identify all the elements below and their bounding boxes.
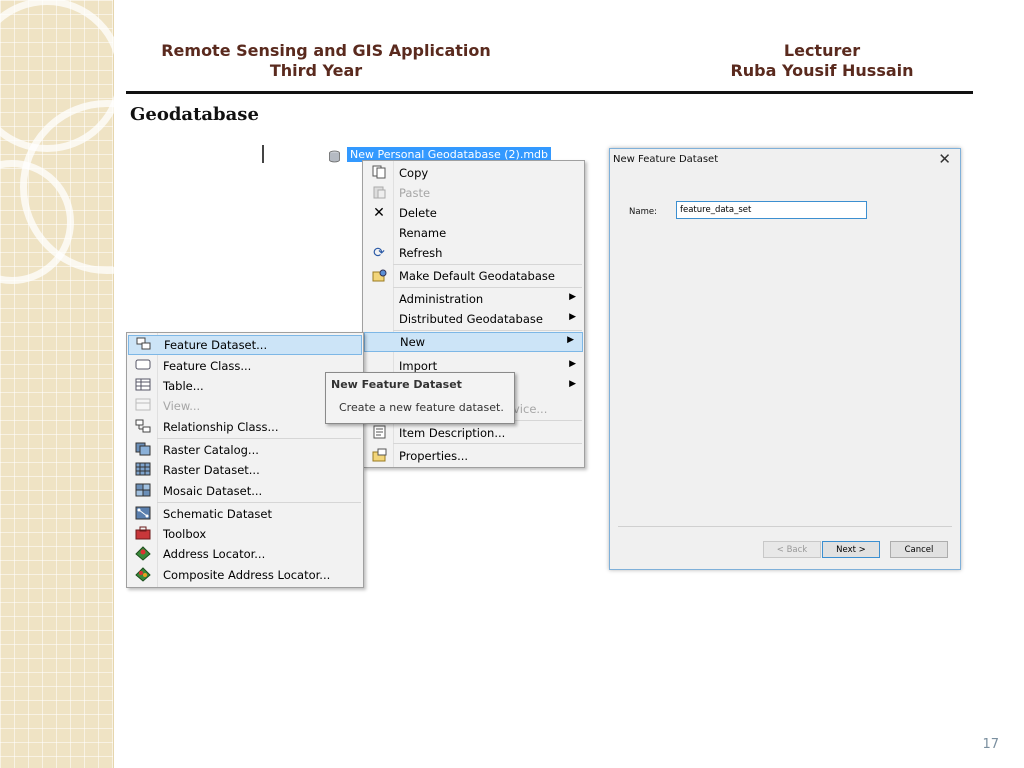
copy-icon [371,165,387,181]
submenu-arrow-icon: ▶ [567,335,574,345]
menu-separator [157,502,361,503]
submenu-arrow-icon: ▶ [569,292,576,302]
menu-item-rename[interactable]: Rename [363,223,584,243]
menu-item-label: New [400,335,426,349]
submenu-item-composite-address-locator[interactable]: Composite Address Locator... [127,565,363,585]
menu-item-label: Distributed Geodatabase [399,312,543,326]
toolbox-icon [135,526,151,542]
default-geodatabase-icon [371,268,387,284]
submenu-item-label: Toolbox [163,527,207,541]
menu-item-label: Properties... [399,449,469,463]
menu-item-refresh[interactable]: ⟳ Refresh [363,243,584,263]
submenu-item-address-locator[interactable]: Address Locator... [127,544,363,564]
decorative-sidebar [0,0,194,768]
properties-icon [371,448,387,464]
menu-separator [393,287,582,288]
menu-item-label: Import [399,359,438,373]
feature-class-icon [135,358,151,374]
menu-item-paste: Paste [363,183,584,203]
schematic-dataset-icon [135,506,151,522]
refresh-icon: ⟳ [373,245,385,261]
header-divider [126,91,973,94]
submenu-arrow-icon: ▶ [569,359,576,369]
submenu-item-label: Feature Class... [163,359,252,373]
submenu-item-label: Composite Address Locator... [163,568,331,582]
menu-separator [393,443,582,444]
menu-item-item-description[interactable]: Item Description... [363,423,584,443]
tooltip-title: New Feature Dataset [331,378,462,391]
submenu-item-schematic-dataset[interactable]: Schematic Dataset [127,504,363,524]
course-year: Third Year [269,61,363,80]
menu-item-label: Administration [399,292,484,306]
submenu-item-toolbox[interactable]: Toolbox [127,524,363,544]
menu-separator [393,330,582,331]
back-button: < Back [763,541,821,558]
menu-item-label: vice... [513,402,548,416]
name-input[interactable] [676,201,867,219]
menu-separator [157,438,361,439]
submenu-item-raster-dataset[interactable]: Raster Dataset... [127,460,363,480]
submenu-item-feature-dataset[interactable]: Feature Dataset... [128,335,362,355]
page-number: 17 [982,737,999,752]
item-description-icon [371,425,387,441]
submenu-item-label: View... [163,399,201,413]
submenu-item-label: Mosaic Dataset... [163,484,263,498]
dialog-title: New Feature Dataset [613,154,719,165]
lecturer-label: Lecturer [783,41,861,60]
menu-item-label: Refresh [399,246,443,260]
raster-dataset-icon [135,462,151,478]
menu-item-distributed-geodatabase[interactable]: Distributed Geodatabase ▶ [363,309,584,329]
menu-item-label: Item Description... [399,426,506,440]
menu-item-label: Copy [399,166,429,180]
slide-title: Geodatabase [130,104,259,125]
menu-item-new[interactable]: New ▶ [364,332,583,352]
submenu-item-label: Raster Dataset... [163,463,260,477]
delete-icon: ✕ [373,205,385,221]
raster-catalog-icon [135,442,151,458]
database-icon [328,148,341,163]
lecturer-name: Ruba Yousif Hussain [730,61,914,80]
address-locator-icon [135,546,151,562]
menu-item-label: Rename [399,226,447,240]
new-submenu: Feature Dataset... Feature Class... Tabl… [126,332,364,588]
composite-address-locator-icon [135,567,151,583]
course-title: Remote Sensing and GIS Application [161,41,491,60]
feature-dataset-icon [136,337,152,353]
next-button[interactable]: Next > [822,541,880,558]
tooltip: New Feature Dataset Create a new feature… [325,372,515,424]
menu-item-administration[interactable]: Administration ▶ [363,289,584,309]
menu-item-copy[interactable]: Copy [363,163,584,183]
name-label: Name: [629,207,657,217]
text-cursor [262,145,264,163]
submenu-arrow-icon: ▶ [569,379,576,389]
new-feature-dataset-dialog: New Feature Dataset ✕ Name: < Back Next … [609,148,961,570]
menu-item-label: Delete [399,206,437,220]
paste-icon [371,185,387,201]
close-icon[interactable]: ✕ [938,150,951,168]
table-icon [135,378,151,394]
submenu-arrow-icon: ▶ [569,312,576,322]
menu-item-label: Paste [399,186,431,200]
submenu-item-label: Raster Catalog... [163,443,259,457]
menu-item-label: Make Default Geodatabase [399,269,555,283]
submenu-item-label: Table... [163,379,204,393]
cancel-button[interactable]: Cancel [890,541,948,558]
menu-separator [393,264,582,265]
submenu-item-raster-catalog[interactable]: Raster Catalog... [127,440,363,460]
mosaic-dataset-icon [135,483,151,499]
relationship-class-icon [135,419,151,435]
menu-item-properties[interactable]: Properties... [363,446,584,466]
menu-item-delete[interactable]: ✕ Delete [363,203,584,223]
submenu-item-label: Relationship Class... [163,420,279,434]
submenu-item-label: Address Locator... [163,547,266,561]
menu-item-make-default-geodatabase[interactable]: Make Default Geodatabase [363,266,584,286]
submenu-item-label: Schematic Dataset [163,507,272,521]
submenu-item-label: Feature Dataset... [164,338,268,352]
dialog-divider [618,526,952,527]
view-icon [135,398,151,414]
submenu-item-mosaic-dataset[interactable]: Mosaic Dataset... [127,481,363,501]
tooltip-description: Create a new feature dataset. [339,401,504,414]
